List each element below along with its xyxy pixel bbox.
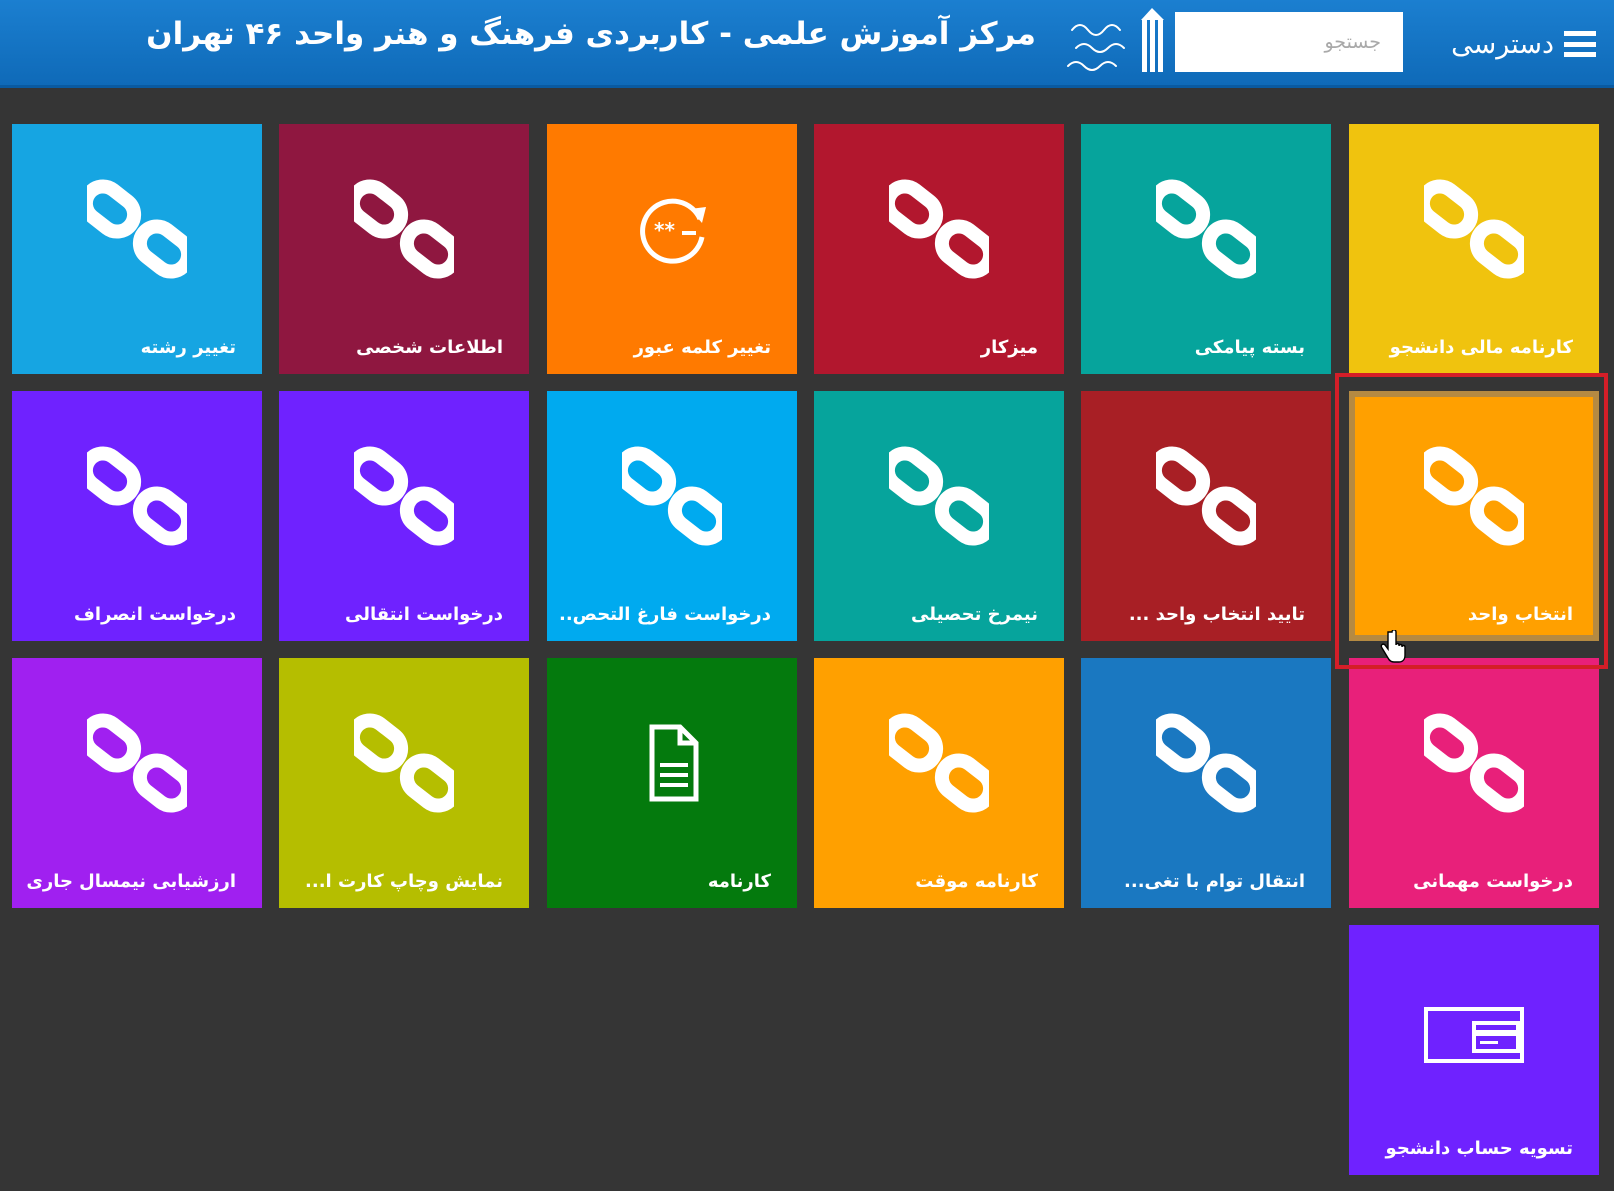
tile-16[interactable]: نمایش وچاپ کارت ا...: [279, 658, 529, 908]
link-icon: [1415, 446, 1533, 546]
tile-label: درخواست انتقالی: [344, 604, 503, 625]
tile-8[interactable]: نیمرخ تحصیلی: [814, 391, 1064, 641]
tile-label: نمایش وچاپ کارت ا...: [305, 871, 503, 892]
tile-18[interactable]: تسویه حساب دانشجو: [1349, 925, 1599, 1175]
tile-5[interactable]: تغییر رشته: [12, 124, 262, 374]
tile-label: کارنامه موقت: [915, 871, 1038, 892]
tile-label: انتخاب واحد: [1467, 604, 1573, 625]
tile-11[interactable]: درخواست انصراف: [12, 391, 262, 641]
link-icon: [78, 179, 196, 279]
link-icon: [1147, 446, 1265, 546]
tile-3[interactable]: ** تغییر کلمه عبور: [547, 124, 797, 374]
link-icon: [880, 179, 998, 279]
tile-9[interactable]: درخواست فارغ التحص...: [547, 391, 797, 641]
tile-label: تغییر کلمه عبور: [633, 337, 771, 358]
tile-13[interactable]: انتقال توام با تغی...: [1081, 658, 1331, 908]
hamburger-icon: [1564, 31, 1596, 57]
password-reset-icon: **: [622, 179, 722, 279]
link-icon: [1147, 713, 1265, 813]
access-menu-button[interactable]: دسترسی: [1451, 22, 1596, 66]
link-icon: [1415, 179, 1533, 279]
tile-label: انتقال توام با تغی...: [1124, 871, 1305, 892]
link-icon: [345, 446, 463, 546]
link-icon: [78, 446, 196, 546]
link-icon: [1415, 713, 1533, 813]
link-icon: [1147, 179, 1265, 279]
link-icon: [613, 446, 731, 546]
tile-4[interactable]: اطلاعات شخصی: [279, 124, 529, 374]
tile-10[interactable]: درخواست انتقالی: [279, 391, 529, 641]
tile-2[interactable]: میزکار: [814, 124, 1064, 374]
link-icon: [880, 446, 998, 546]
tile-0[interactable]: کارنامه مالی دانشجو: [1349, 124, 1599, 374]
tile-label: نیمرخ تحصیلی: [911, 604, 1038, 625]
tile-label: کارنامه مالی دانشجو: [1389, 337, 1573, 358]
tile-6[interactable]: انتخاب واحد: [1349, 391, 1599, 641]
search-input[interactable]: [1175, 12, 1403, 72]
payment-card-icon: [1424, 987, 1524, 1087]
tile-label: درخواست مهمانی: [1413, 871, 1573, 892]
link-icon: [345, 179, 463, 279]
tile-15[interactable]: کارنامه: [547, 658, 797, 908]
tile-12[interactable]: درخواست مهمانی: [1349, 658, 1599, 908]
link-icon: [880, 713, 998, 813]
tile-17[interactable]: ارزشیابی نیمسال جاری: [12, 658, 262, 908]
tile-label: اطلاعات شخصی: [356, 337, 503, 358]
tile-label: میزکار: [980, 337, 1038, 358]
tile-14[interactable]: کارنامه موقت: [814, 658, 1064, 908]
tile-label: تغییر رشته: [140, 337, 236, 358]
tile-label: تایید انتخاب واحد ...: [1128, 604, 1305, 625]
university-logo-icon: [1067, 8, 1164, 72]
access-menu-label: دسترسی: [1451, 28, 1554, 60]
tile-label: درخواست فارغ التحص...: [559, 604, 771, 625]
link-icon: [78, 713, 196, 813]
tile-label: تسویه حساب دانشجو: [1385, 1138, 1573, 1159]
tile-label: ارزشیابی نیمسال جاری: [26, 871, 236, 892]
link-icon: [345, 713, 463, 813]
top-header-bar: دسترسی مرکز آموزش علمی - کاربردی فرهنگ و…: [0, 0, 1614, 88]
tile-7[interactable]: تایید انتخاب واحد ...: [1081, 391, 1331, 641]
document-icon: [622, 713, 722, 813]
tile-label: کارنامه: [707, 871, 771, 892]
tile-label: درخواست انصراف: [74, 604, 236, 625]
tile-label: بسته پیامکی: [1194, 337, 1305, 358]
tile-1[interactable]: بسته پیامکی: [1081, 124, 1331, 374]
page-title: مرکز آموزش علمی - کاربردی فرهنگ و هنر وا…: [146, 16, 1036, 52]
svg-text:**: **: [654, 218, 675, 242]
mouse-pointer-hand-icon: [1380, 630, 1406, 663]
